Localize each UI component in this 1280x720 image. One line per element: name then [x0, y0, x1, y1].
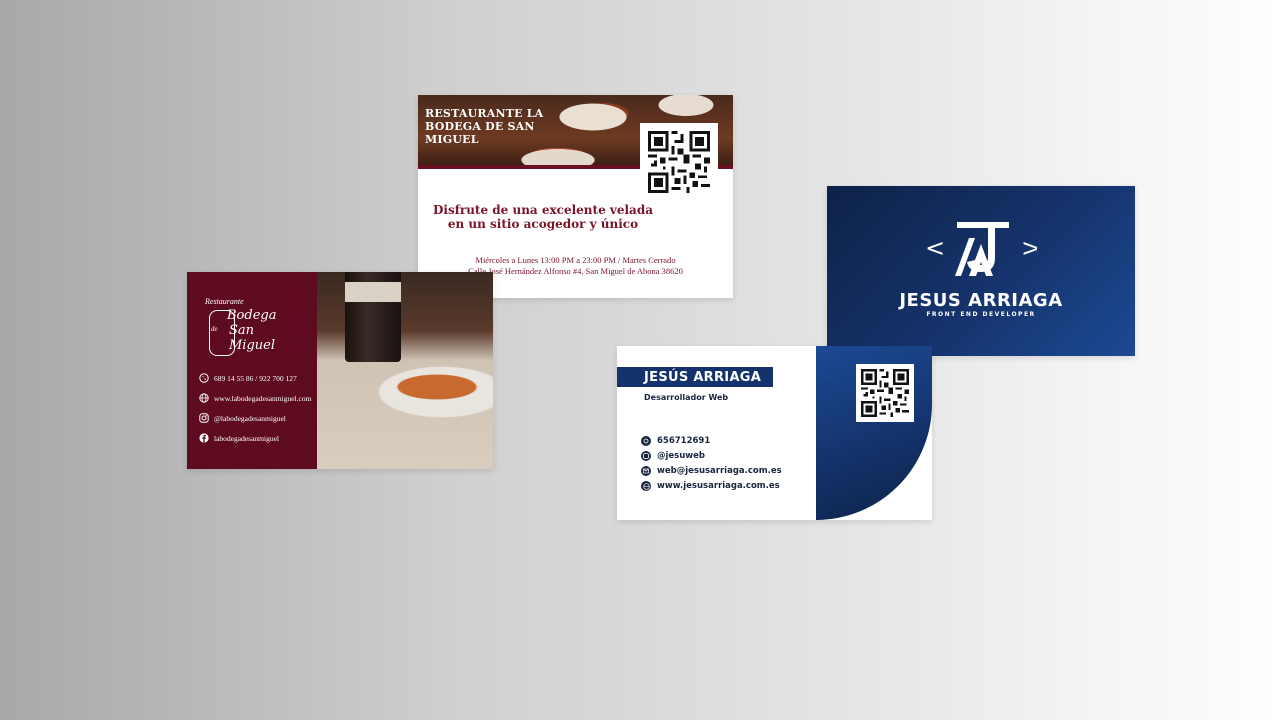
phone-text: 656712691: [657, 436, 711, 446]
instagram-row: @labodegadesanmiguel: [199, 413, 286, 423]
ja-contact-card: JESÚS ARRIAGA Desarrollador Web 65671269…: [617, 346, 932, 520]
phone-row: 656712691: [641, 436, 710, 446]
logo-line-2: San Miguel: [229, 323, 276, 353]
ja-contact-name: JESÚS ARRIAGA: [644, 370, 762, 385]
phone-icon: [199, 373, 209, 383]
social-row: @jesuweb: [641, 451, 705, 461]
globe-icon: [641, 481, 651, 491]
phone-row: 689 14 55 86 / 922 700 127: [199, 373, 297, 383]
bodega-back-card: Restaurante Bodega San Miguel de 689 14 …: [187, 272, 493, 469]
instagram-icon: [199, 413, 209, 423]
email-icon: [641, 466, 651, 476]
instagram-icon: [641, 451, 651, 461]
mockup-canvas: { "colors": { "bodega_wine": "#5e0b1f", …: [0, 0, 1280, 720]
opening-hours: Miércoles a Lunes 13:00 PM a 23:00 PM / …: [475, 255, 676, 265]
bottle-label: [345, 282, 401, 302]
ja-logo-name: JESUS ARRIAGA: [899, 290, 1063, 311]
website-text: www.jesusarriaga.com.es: [657, 481, 780, 491]
email-text: web@jesusarriaga.com.es: [657, 466, 782, 476]
whatsapp-icon: [641, 436, 651, 446]
bodega-front-card: RESTAURANTE LA BODEGA DE SAN MIGUEL Disf…: [418, 95, 733, 298]
phone-text: 689 14 55 86 / 922 700 127: [214, 373, 297, 383]
tagline-line-1: Disfrute de una excelente velada: [432, 203, 653, 217]
logo-restaurante: Restaurante: [205, 297, 244, 306]
bracket-right: >: [1021, 234, 1037, 262]
globe-icon: [199, 393, 209, 403]
ja-logo-card: < > JESUS ARRIAGA FRONT END DEVELOPER: [827, 186, 1135, 356]
ja-monogram-icon: < >: [925, 222, 1037, 276]
facebook-row: labodegadesanmiguel: [199, 433, 279, 443]
tagline: Disfrute de una excelente velada en un s…: [428, 203, 658, 231]
tagline-line-2: en un sitio acogedor y único: [447, 217, 639, 231]
bodega-logo: Bodega San Miguel: [209, 308, 299, 356]
logo-de: de: [211, 325, 218, 333]
email-row: web@jesusarriaga.com.es: [641, 466, 782, 476]
website-row: www.jesusarriaga.com.es: [641, 481, 780, 491]
facebook-text: labodegadesanmiguel: [214, 433, 279, 443]
ja-logo-role: FRONT END DEVELOPER: [926, 311, 1036, 318]
facebook-icon: [199, 433, 209, 443]
website-row: www.labodegadesanmiguel.com: [199, 393, 311, 403]
qr-code-icon: [640, 123, 718, 201]
bracket-left: <: [925, 234, 945, 262]
website-text: www.labodegadesanmiguel.com: [214, 393, 312, 403]
instagram-text: @labodegadesanmiguel: [214, 413, 286, 423]
restaurant-title: RESTAURANTE LA BODEGA DE SAN MIGUEL: [425, 107, 544, 146]
social-text: @jesuweb: [657, 451, 705, 461]
ja-contact-role: Desarrollador Web: [644, 393, 729, 402]
logo-line-1: Bodega: [227, 308, 277, 323]
qr-code-icon: [856, 364, 914, 422]
dish-photo: [317, 272, 493, 469]
